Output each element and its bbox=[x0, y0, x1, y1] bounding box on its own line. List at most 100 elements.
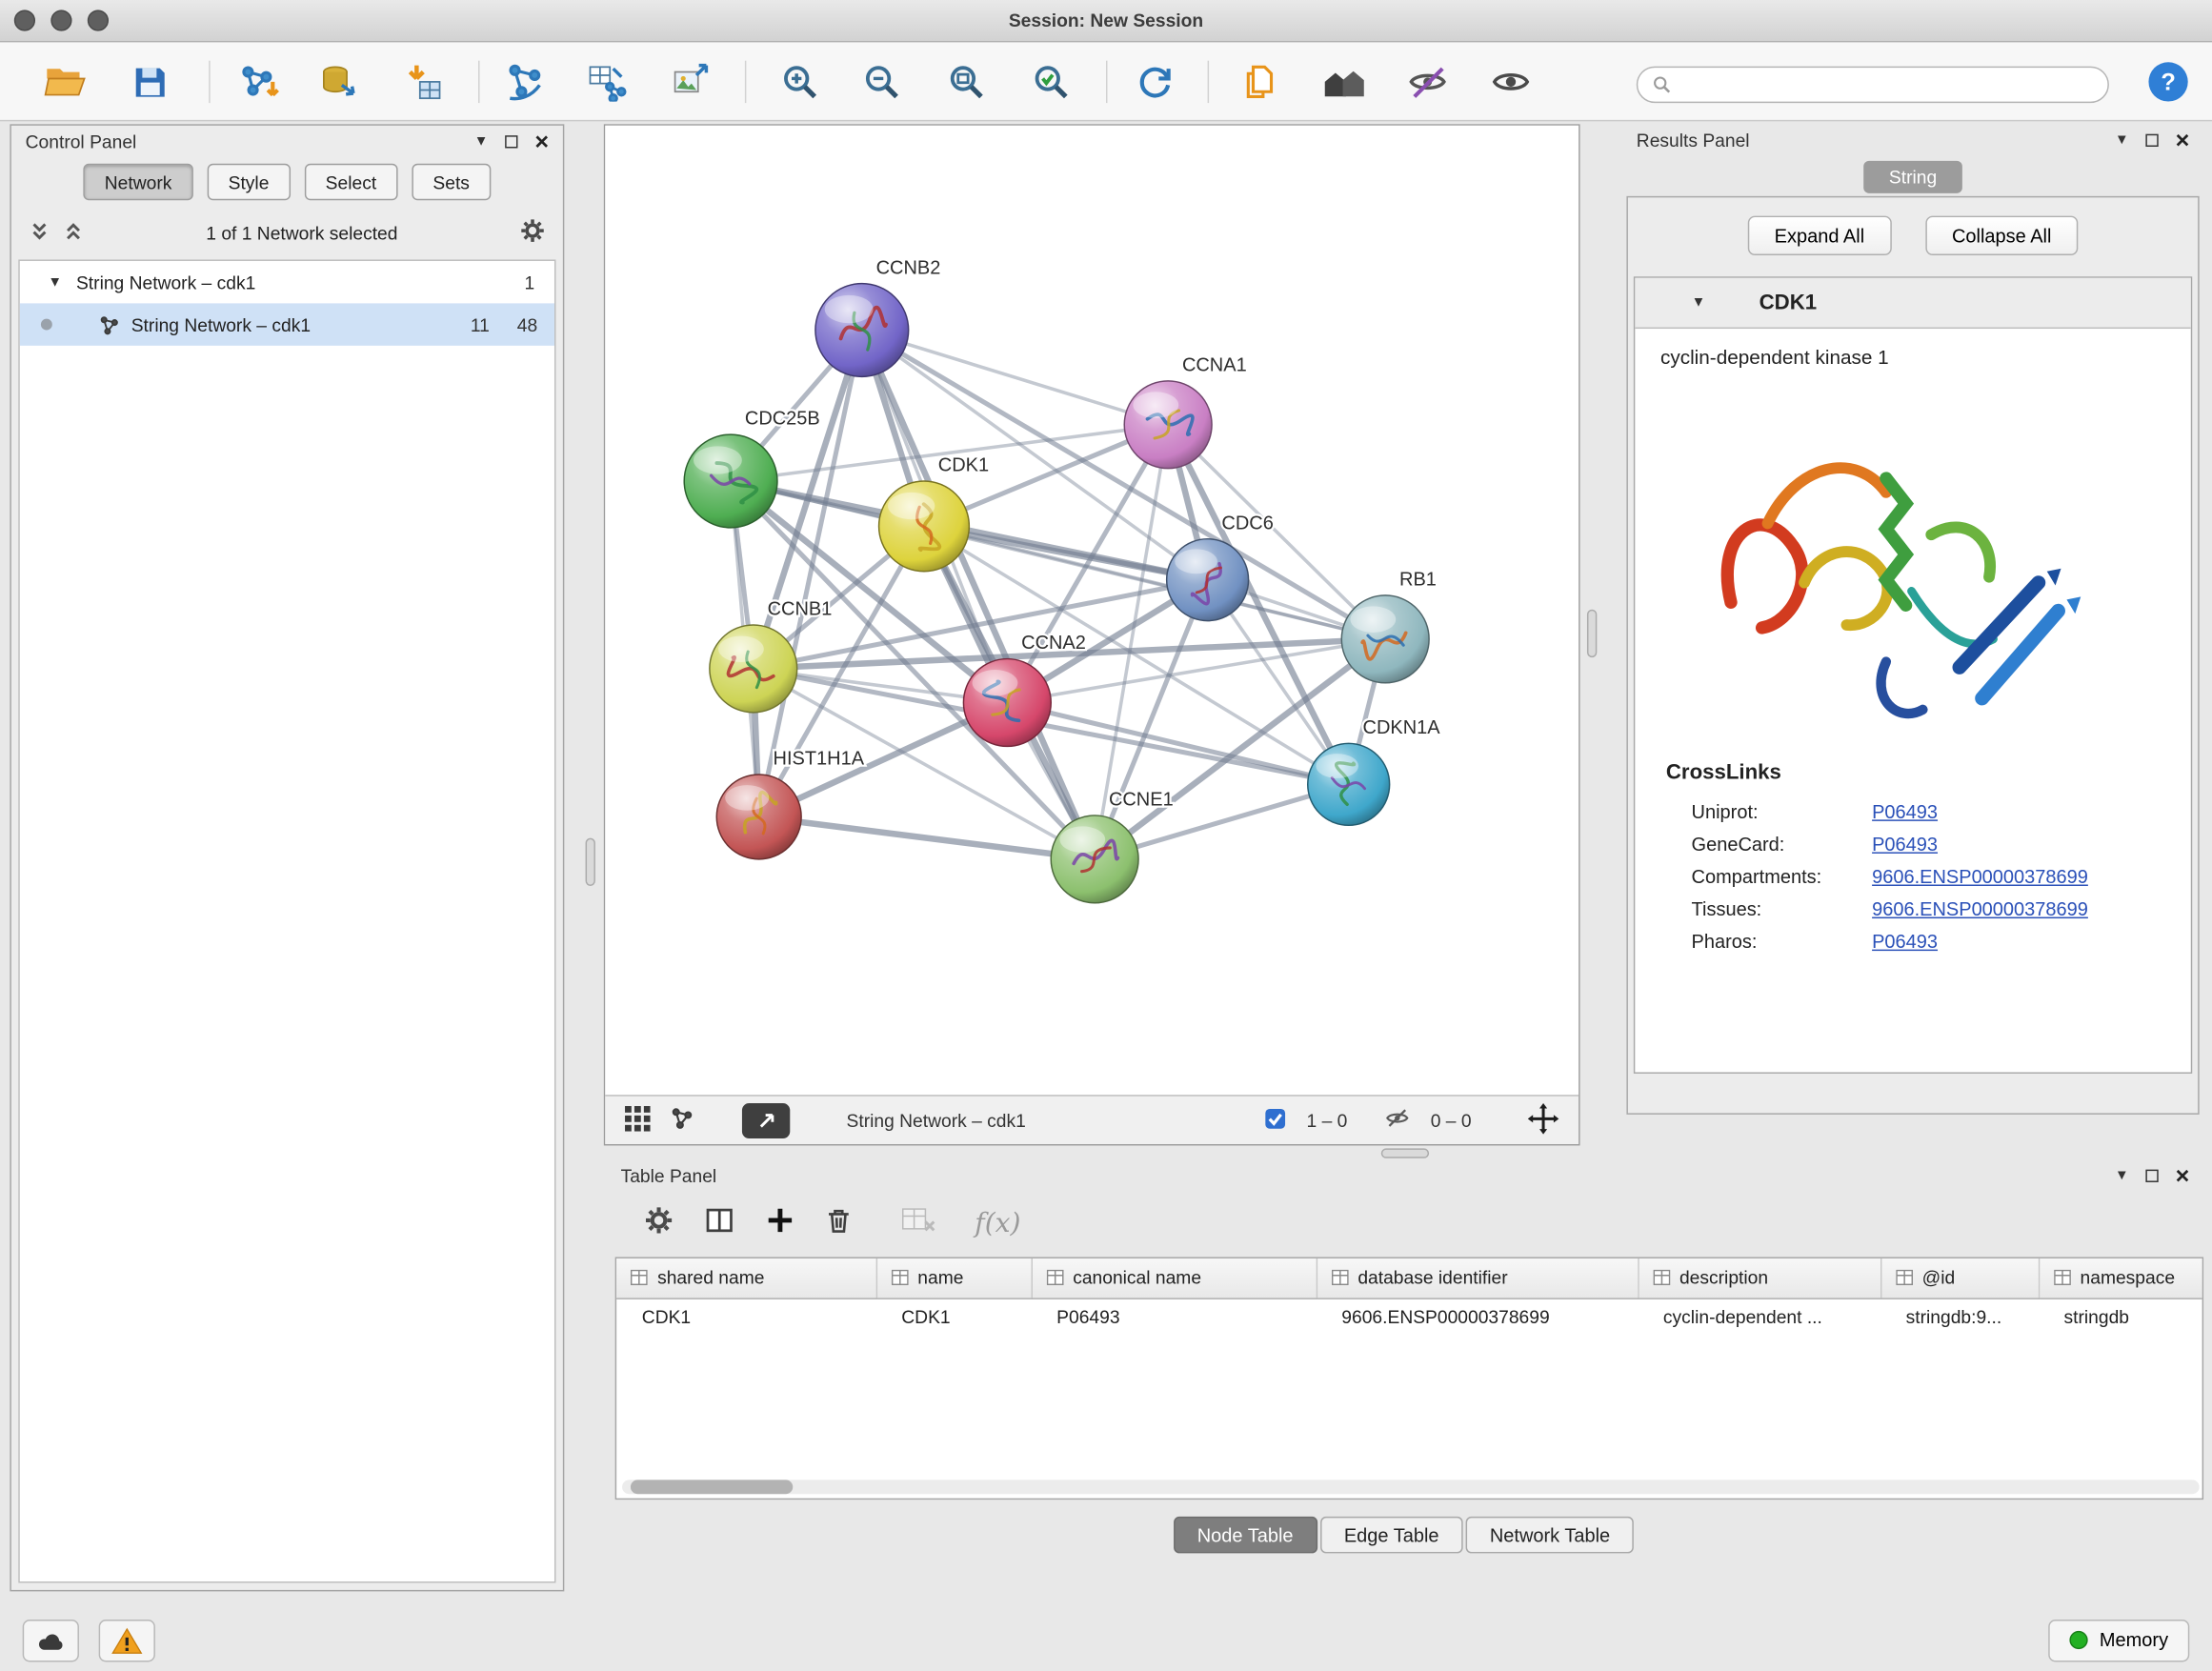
create-column-button[interactable] bbox=[765, 1205, 796, 1240]
show-graphics-button[interactable] bbox=[1482, 53, 1538, 110]
zoom-selected-button[interactable] bbox=[1023, 53, 1079, 110]
panel-float-icon[interactable] bbox=[2145, 1169, 2158, 1181]
scrollbar-thumb[interactable] bbox=[631, 1480, 793, 1494]
delete-column-button[interactable] bbox=[824, 1205, 854, 1240]
crosslink-genecard-link[interactable]: P06493 bbox=[1872, 834, 1938, 855]
panel-float-icon[interactable] bbox=[505, 134, 517, 147]
network-node-ccne1[interactable] bbox=[1051, 815, 1138, 903]
collection-expand-icon[interactable]: ▼ bbox=[45, 274, 65, 290]
cell-id[interactable]: stringdb:9... bbox=[1880, 1298, 2039, 1336]
network-collection-row[interactable]: ▼ String Network – cdk1 1 bbox=[20, 261, 554, 303]
import-network-database-button[interactable] bbox=[311, 53, 367, 110]
network-node-ccnb2[interactable] bbox=[815, 284, 909, 377]
panel-menu-icon[interactable]: ▼ bbox=[474, 133, 489, 149]
tab-network[interactable]: Network bbox=[84, 164, 193, 201]
hidden-filter-button[interactable] bbox=[1384, 1106, 1411, 1135]
clone-network-button[interactable] bbox=[1232, 53, 1288, 110]
cell-description[interactable]: cyclin-dependent ... bbox=[1638, 1298, 1880, 1336]
column-header-shared-name[interactable]: shared name bbox=[616, 1258, 875, 1298]
home-layout-button[interactable] bbox=[1317, 53, 1373, 110]
network-node-hist1h1a[interactable] bbox=[716, 775, 801, 859]
network-edge[interactable] bbox=[862, 331, 1168, 425]
network-node-cdk1[interactable] bbox=[879, 481, 970, 572]
left-splitter-handle[interactable] bbox=[586, 838, 595, 886]
column-header-database-identifier[interactable]: database identifier bbox=[1317, 1258, 1639, 1298]
network-canvas[interactable]: CCNB2CCNA1CDC25BCDK1CDC6RB1CCNB1CCNA2CDK… bbox=[605, 126, 1579, 1095]
cell-database-identifier[interactable]: 9606.ENSP00000378699 bbox=[1317, 1298, 1639, 1336]
network-from-table-button[interactable] bbox=[578, 53, 634, 110]
network-node-cdkn1a[interactable] bbox=[1308, 743, 1390, 825]
horizontal-splitter-handle[interactable] bbox=[1381, 1148, 1429, 1158]
open-session-button[interactable] bbox=[37, 53, 93, 110]
column-header-description[interactable]: description bbox=[1638, 1258, 1880, 1298]
table-row[interactable]: CDK1 CDK1 P06493 9606.ENSP00000378699 cy… bbox=[616, 1298, 2203, 1336]
cloud-status-button[interactable] bbox=[23, 1619, 79, 1661]
memory-button[interactable]: Memory bbox=[2049, 1619, 2190, 1661]
refresh-button[interactable] bbox=[1127, 53, 1183, 110]
tab-style[interactable]: Style bbox=[207, 164, 290, 201]
expand-all-button[interactable]: Expand All bbox=[1748, 216, 1892, 255]
network-row[interactable]: String Network – cdk1 11 48 bbox=[20, 303, 554, 345]
import-table-button[interactable] bbox=[395, 53, 452, 110]
tab-node-table[interactable]: Node Table bbox=[1174, 1517, 1317, 1554]
column-header-id[interactable]: @id bbox=[1880, 1258, 2039, 1298]
detach-view-button[interactable] bbox=[742, 1102, 790, 1137]
column-header-canonical-name[interactable]: canonical name bbox=[1032, 1258, 1317, 1298]
panel-float-icon[interactable] bbox=[2145, 133, 2158, 146]
pan-mode-button[interactable] bbox=[1528, 1102, 1559, 1137]
tab-select[interactable]: Select bbox=[304, 164, 397, 201]
show-columns-button[interactable] bbox=[702, 1205, 736, 1240]
network-edge[interactable] bbox=[862, 331, 1095, 859]
help-button[interactable]: ? bbox=[2140, 53, 2196, 110]
crosslink-uniprot-link[interactable]: P06493 bbox=[1872, 801, 1938, 822]
tab-edge-table[interactable]: Edge Table bbox=[1320, 1517, 1463, 1554]
network-tools-button[interactable] bbox=[496, 53, 553, 110]
crosslink-compartments-link[interactable]: 9606.ENSP00000378699 bbox=[1872, 866, 2088, 887]
collapse-all-button[interactable]: Collapse All bbox=[1925, 216, 2079, 255]
network-overview-button[interactable] bbox=[670, 1106, 694, 1135]
tab-string[interactable]: String bbox=[1863, 161, 1962, 193]
search-field[interactable] bbox=[1637, 67, 2109, 104]
zoom-fit-button[interactable] bbox=[938, 53, 995, 110]
function-builder-button[interactable]: f(x) bbox=[975, 1207, 1020, 1238]
hide-annotations-button[interactable] bbox=[1399, 53, 1456, 110]
network-edge[interactable] bbox=[759, 816, 1095, 858]
network-node-ccna2[interactable] bbox=[963, 659, 1051, 747]
warnings-button[interactable] bbox=[99, 1619, 155, 1661]
column-header-name[interactable]: name bbox=[876, 1258, 1032, 1298]
network-options-button[interactable] bbox=[519, 217, 546, 249]
gene-card-header[interactable]: ▼ CDK1 bbox=[1635, 278, 2190, 329]
panel-menu-icon[interactable]: ▼ bbox=[2115, 1167, 2129, 1182]
expand-all-networks-button[interactable] bbox=[62, 219, 85, 246]
crosslink-pharos-link[interactable]: P06493 bbox=[1872, 931, 1938, 952]
cell-name[interactable]: CDK1 bbox=[876, 1298, 1032, 1336]
network-node-cdc6[interactable] bbox=[1167, 539, 1249, 621]
zoom-out-button[interactable] bbox=[854, 53, 910, 110]
panel-close-icon[interactable]: × bbox=[534, 129, 549, 152]
import-network-file-button[interactable] bbox=[231, 53, 288, 110]
network-node-rb1[interactable] bbox=[1341, 595, 1429, 683]
network-node-cdc25b[interactable] bbox=[684, 434, 777, 528]
cell-shared-name[interactable]: CDK1 bbox=[616, 1298, 875, 1336]
grid-mode-button[interactable] bbox=[625, 1105, 651, 1135]
crosslink-tissues-link[interactable]: 9606.ENSP00000378699 bbox=[1872, 898, 2088, 919]
search-input[interactable] bbox=[1680, 70, 2108, 101]
panel-close-icon[interactable]: × bbox=[2176, 128, 2190, 151]
tab-sets[interactable]: Sets bbox=[412, 164, 491, 201]
tab-network-table[interactable]: Network Table bbox=[1466, 1517, 1635, 1554]
column-header-namespace[interactable]: namespace bbox=[2039, 1258, 2203, 1298]
save-session-button[interactable] bbox=[121, 53, 177, 110]
collapse-all-networks-button[interactable] bbox=[29, 219, 51, 246]
panel-close-icon[interactable]: × bbox=[2176, 1163, 2190, 1187]
network-node-ccna1[interactable] bbox=[1124, 381, 1212, 469]
right-splitter-handle[interactable] bbox=[1587, 610, 1597, 657]
cell-namespace[interactable]: stringdb bbox=[2039, 1298, 2203, 1336]
export-image-button[interactable] bbox=[662, 53, 718, 110]
selected-filter-button[interactable] bbox=[1264, 1107, 1287, 1134]
network-node-ccnb1[interactable] bbox=[710, 625, 797, 713]
zoom-in-button[interactable] bbox=[772, 53, 828, 110]
panel-menu-icon[interactable]: ▼ bbox=[2115, 131, 2129, 147]
gene-collapse-icon[interactable]: ▼ bbox=[1689, 294, 1709, 310]
cell-canonical-name[interactable]: P06493 bbox=[1032, 1298, 1317, 1336]
table-options-button[interactable] bbox=[643, 1205, 674, 1240]
